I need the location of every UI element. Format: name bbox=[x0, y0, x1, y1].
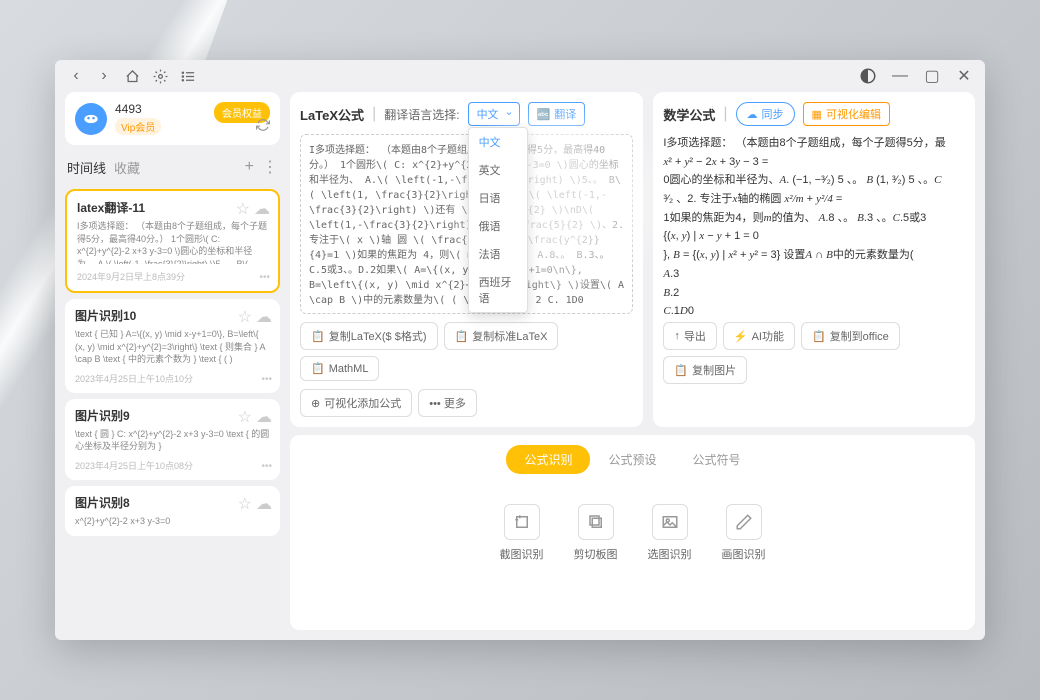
more-button[interactable]: ⋮ bbox=[262, 157, 278, 177]
minimize-button[interactable]: — bbox=[891, 67, 909, 85]
settings-button[interactable] bbox=[151, 67, 169, 85]
math-title: 数学公式 bbox=[663, 105, 715, 124]
star-icon[interactable]: ☆ bbox=[238, 494, 252, 514]
lang-option[interactable]: 日语 bbox=[469, 184, 527, 212]
card-menu[interactable]: ••• bbox=[259, 272, 270, 283]
timeline-header: 时间线 收藏 + ⋮ bbox=[65, 153, 280, 181]
list-button[interactable] bbox=[179, 67, 197, 85]
visual-edit-button[interactable]: ▦可视化编辑 bbox=[803, 102, 890, 126]
edit-icon: ▦ bbox=[812, 108, 822, 121]
cloud-icon[interactable]: ☁ bbox=[254, 199, 270, 219]
timeline-card[interactable]: ☆☁ 图片识别10 \text { 已知 } A=\{(x, y) \mid x… bbox=[65, 299, 280, 393]
latex-panel: LaTeX公式 | 翻译语言选择: 中文 中文 英文 日语 俄语 法语 西班 bbox=[290, 92, 643, 427]
lang-option[interactable]: 英文 bbox=[469, 156, 527, 184]
refresh-button[interactable] bbox=[256, 118, 270, 137]
bottom-panel: 公式识别 公式预设 公式符号 截图识别 剪切板图 选图识别 bbox=[290, 435, 975, 630]
timeline-card[interactable]: ☆☁ 图片识别9 \text { 圆 } C: x^{2}+y^{2}-2 x+… bbox=[65, 399, 280, 480]
lang-option[interactable]: 俄语 bbox=[469, 212, 527, 240]
window-controls: — ▢ ✕ bbox=[859, 67, 973, 85]
lang-option[interactable]: 法语 bbox=[469, 240, 527, 268]
select-image-action[interactable]: 选图识别 bbox=[648, 504, 692, 562]
add-button[interactable]: + bbox=[245, 158, 254, 176]
avatar bbox=[75, 103, 107, 135]
home-button[interactable] bbox=[123, 67, 141, 85]
latex-title: LaTeX公式 bbox=[300, 105, 364, 124]
translate-button[interactable]: 🔤翻译 bbox=[528, 102, 586, 126]
timeline-list: ☆☁ latex翻译-11 I多项选择题： （本题由8个子题组成，每个子题得5分… bbox=[65, 189, 280, 630]
math-panel: 数学公式 | ☁同步 ▦可视化编辑 I多项选择题： （本题由8个子题组成，每个子… bbox=[653, 92, 975, 427]
copy-image-button[interactable]: 📋复制图片 bbox=[663, 356, 747, 384]
app-window: ‹ › — ▢ ✕ 4493 Vip会员 会员权益 时间线 bbox=[55, 60, 985, 640]
mode-tabs: 公式识别 公式预设 公式符号 bbox=[506, 445, 758, 474]
tab-preset[interactable]: 公式预设 bbox=[590, 445, 674, 474]
tab-recognize[interactable]: 公式识别 bbox=[506, 445, 590, 474]
lang-label: 翻译语言选择: bbox=[384, 106, 459, 123]
main-area: LaTeX公式 | 翻译语言选择: 中文 中文 英文 日语 俄语 法语 西班 bbox=[290, 92, 975, 630]
screenshot-icon bbox=[504, 504, 540, 540]
image-icon bbox=[652, 504, 688, 540]
timeline-card[interactable]: ☆☁ 图片识别8 x^{2}+y^{2}-2 x+3 y-3=0 bbox=[65, 486, 280, 536]
cloud-icon[interactable]: ☁ bbox=[256, 407, 272, 427]
language-dropdown: 中文 英文 日语 俄语 法语 西班牙语 bbox=[468, 127, 528, 313]
star-icon[interactable]: ☆ bbox=[238, 407, 252, 427]
star-icon[interactable]: ☆ bbox=[236, 199, 250, 219]
ai-button[interactable]: ⚡AI功能 bbox=[723, 322, 795, 350]
language-select[interactable]: 中文 中文 英文 日语 俄语 法语 西班牙语 bbox=[468, 102, 520, 126]
cloud-icon[interactable]: ☁ bbox=[256, 494, 272, 514]
tab-symbols[interactable]: 公式符号 bbox=[675, 445, 759, 474]
user-card: 4493 Vip会员 会员权益 bbox=[65, 92, 280, 145]
visual-add-button[interactable]: ⊕可视化添加公式 bbox=[300, 389, 412, 417]
export-button[interactable]: ↑导出 bbox=[663, 322, 717, 350]
star-icon[interactable]: ☆ bbox=[238, 307, 252, 327]
maximize-button[interactable]: ▢ bbox=[923, 67, 941, 85]
user-id: 4493 bbox=[115, 102, 161, 116]
translate-icon: 🔤 bbox=[537, 108, 551, 121]
vip-badge: Vip会员 bbox=[115, 118, 161, 135]
tab-favorites[interactable]: 收藏 bbox=[114, 158, 140, 177]
timeline-card[interactable]: ☆☁ latex翻译-11 I多项选择题： （本题由8个子题组成，每个子题得5分… bbox=[65, 189, 280, 293]
cloud-icon: ☁ bbox=[747, 108, 758, 121]
copy-latex-button[interactable]: 📋复制LaTeX($ $格式) bbox=[300, 322, 438, 350]
lang-option[interactable]: 中文 bbox=[469, 128, 527, 156]
sync-button[interactable]: ☁同步 bbox=[736, 102, 795, 126]
card-menu[interactable]: ••• bbox=[261, 461, 272, 472]
latex-content[interactable]: I多项选择题： （本题由8个子题组成，每个子题得5分，最高得40分。） 1个圆形… bbox=[300, 134, 633, 314]
close-button[interactable]: ✕ bbox=[955, 67, 973, 85]
clipboard-icon bbox=[578, 504, 614, 540]
card-menu[interactable]: ••• bbox=[261, 374, 272, 385]
forward-button[interactable]: › bbox=[95, 67, 113, 85]
pencil-icon bbox=[726, 504, 762, 540]
draw-action[interactable]: 画图识别 bbox=[722, 504, 766, 562]
tab-timeline[interactable]: 时间线 bbox=[67, 158, 106, 177]
mathml-button[interactable]: 📋MathML bbox=[300, 356, 379, 381]
back-button[interactable]: ‹ bbox=[67, 67, 85, 85]
screenshot-action[interactable]: 截图识别 bbox=[500, 504, 544, 562]
copy-std-latex-button[interactable]: 📋复制标准LaTeX bbox=[444, 322, 559, 350]
clipboard-action[interactable]: 剪切板图 bbox=[574, 504, 618, 562]
cloud-icon[interactable]: ☁ bbox=[256, 307, 272, 327]
lang-option[interactable]: 西班牙语 bbox=[469, 268, 527, 312]
copy-office-button[interactable]: 📋复制到office bbox=[801, 322, 900, 350]
titlebar: ‹ › — ▢ ✕ bbox=[55, 60, 985, 92]
sidebar: 4493 Vip会员 会员权益 时间线 收藏 + ⋮ ☆☁ latex翻译-11… bbox=[65, 92, 280, 630]
more-button[interactable]: ••• 更多 bbox=[418, 389, 477, 417]
theme-toggle[interactable] bbox=[859, 67, 877, 85]
content-area: 4493 Vip会员 会员权益 时间线 收藏 + ⋮ ☆☁ latex翻译-11… bbox=[55, 92, 985, 640]
math-content: I多项选择题： （本题由8个子题组成，每个子题得5分，最 x² + y² − 2… bbox=[663, 134, 965, 314]
